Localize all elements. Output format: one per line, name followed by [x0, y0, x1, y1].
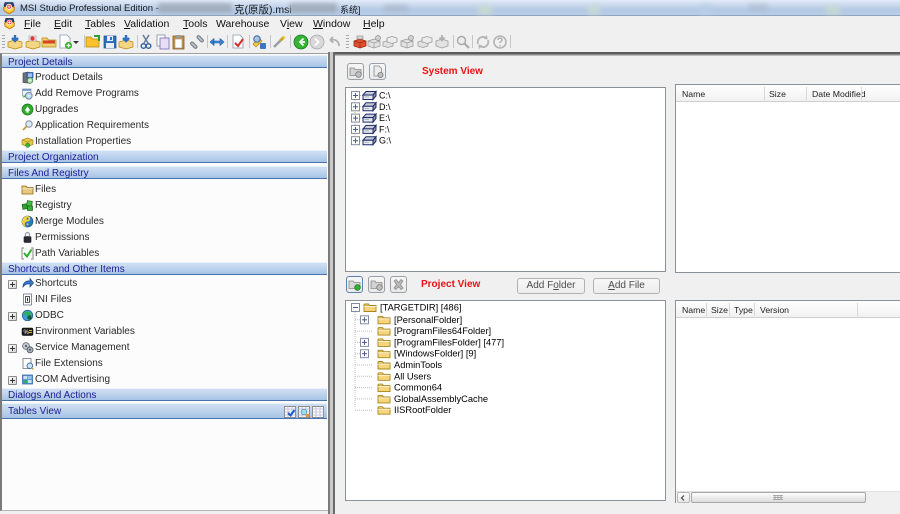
svg-text:GlobalAssemblyCache: GlobalAssemblyCache — [394, 394, 488, 404]
svg-text:IISRootFolder: IISRootFolder — [394, 405, 451, 415]
svg-text:[ProgramFiles64Folder]: [ProgramFiles64Folder] — [394, 326, 491, 336]
svg-text:AdminTools: AdminTools — [394, 360, 442, 370]
svg-text:G:\: G:\ — [379, 136, 392, 146]
svg-text:D:\: D:\ — [379, 102, 391, 112]
svg-text:[TARGETDIR] [486]: [TARGETDIR] [486] — [380, 303, 461, 313]
svg-text:[ProgramFilesFolder] [477]: [ProgramFilesFolder] [477] — [394, 337, 504, 347]
svg-text:F:\: F:\ — [379, 124, 390, 134]
svg-text:Common64: Common64 — [394, 383, 442, 393]
svg-text:E:\: E:\ — [379, 113, 391, 123]
svg-text:[PersonalFolder]: [PersonalFolder] — [394, 315, 462, 325]
svg-text:C:\: C:\ — [379, 91, 391, 101]
svg-text:All Users: All Users — [394, 371, 432, 381]
svg-text:%: % — [24, 330, 30, 336]
svg-text:[WindowsFolder] [9]: [WindowsFolder] [9] — [394, 349, 476, 359]
